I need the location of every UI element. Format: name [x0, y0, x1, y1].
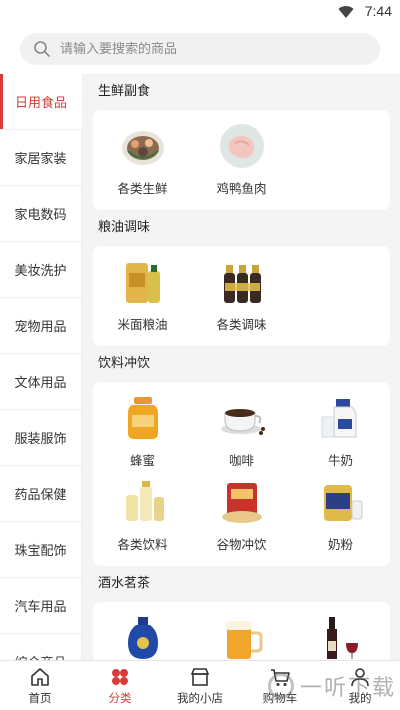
category-item-meat[interactable]: 鸡鸭鱼肉 [192, 120, 291, 204]
search-input[interactable] [60, 33, 370, 65]
category-item-milk[interactable]: 牛奶 [291, 392, 390, 476]
seafood-platter-icon [117, 120, 169, 172]
category-item-label: 米面粮油 [117, 317, 168, 332]
sidebar-item-jewelry[interactable]: 珠宝配饰 [0, 522, 82, 578]
beer-mug-icon [216, 612, 268, 660]
sidebar-item-label: 综合商品 [14, 652, 66, 660]
coffee-cup-icon [216, 392, 268, 444]
section-card-drinks: 蜂蜜 咖啡 牛奶 各类饮料 谷物冲饮 奶粉 [93, 382, 390, 566]
sidebar-item-auto[interactable]: 汽车用品 [0, 578, 82, 634]
category-item-label: 奶粉 [327, 537, 353, 552]
nav-label: 分类 [108, 691, 132, 705]
rice-oil-icon [117, 256, 169, 308]
category-item-baijiu[interactable]: 白酒 [93, 612, 192, 660]
sidebar-item-label: 家居家装 [14, 152, 67, 167]
chicken-breast-icon [216, 120, 268, 172]
sidebar-item-beauty[interactable]: 美妆洗护 [0, 242, 82, 298]
category-item-milk-powder[interactable]: 奶粉 [291, 476, 390, 560]
search-bar [0, 24, 400, 74]
category-item-wine[interactable]: 红酒 [291, 612, 390, 660]
sidebar-item-label: 美妆洗护 [14, 264, 67, 279]
category-item-beer[interactable]: 啤酒 [192, 612, 291, 660]
nav-label: 我的小店 [177, 691, 223, 705]
category-item-label: 蜂蜜 [129, 453, 155, 468]
search-box[interactable] [20, 33, 380, 65]
wifi-icon [338, 6, 354, 18]
sidebar-item-label: 家电数码 [14, 208, 67, 223]
category-item-label: 各类饮料 [117, 537, 168, 552]
section-title: 酒水茗茶 [98, 576, 151, 591]
watermark: 一听下载 [267, 668, 396, 704]
milk-powder-icon [315, 476, 367, 528]
sauce-bottles-icon [216, 256, 268, 308]
category-item-fresh[interactable]: 各类生鲜 [93, 120, 192, 204]
milk-icon [315, 392, 367, 444]
sidebar-item-label: 汽车用品 [14, 600, 67, 615]
category-item-beverages[interactable]: 各类饮料 [93, 476, 192, 560]
drinks-icon [117, 476, 169, 528]
sidebar-item-electronics[interactable]: 家电数码 [0, 186, 82, 242]
section-title: 饮料冲饮 [98, 356, 151, 371]
wine-bottle-icon [315, 612, 367, 660]
search-icon [34, 41, 50, 57]
sidebar-item-label: 药品保健 [14, 488, 67, 503]
sidebar-item-apparel[interactable]: 服装服饰 [0, 410, 82, 466]
app-root: 7:44 日用食品 家居家装 家电数码 美妆洗护 宠物用品 文体用品 服装服饰 … [0, 0, 400, 710]
category-item-coffee[interactable]: 咖啡 [192, 392, 291, 476]
category-item-label: 牛奶 [327, 453, 353, 468]
status-bar: 7:44 [0, 0, 400, 24]
category-item-label: 鸡鸭鱼肉 [216, 181, 267, 196]
category-item-honey[interactable]: 蜂蜜 [93, 392, 192, 476]
sidebar-item-daily-food[interactable]: 日用食品 [0, 74, 82, 130]
sidebar-item-pets[interactable]: 宠物用品 [0, 298, 82, 354]
category-item-cereal[interactable]: 谷物冲饮 [192, 476, 291, 560]
sidebar-item-stationery[interactable]: 文体用品 [0, 354, 82, 410]
category-icon [112, 669, 128, 685]
watermark-text: 一听下载 [299, 676, 396, 701]
honey-jar-icon [117, 392, 169, 444]
nav-label: 首页 [28, 691, 52, 705]
section-card-grain-oil: 米面粮油 各类调味 [93, 246, 390, 346]
status-time: 7:44 [364, 3, 392, 19]
category-item-label: 咖啡 [228, 453, 254, 468]
category-item-label: 各类生鲜 [117, 181, 168, 196]
category-content: 生鲜副食 各类生鲜 鸡鸭鱼肉 粮油调味 米面粮油 各类调味 饮料冲饮 蜂蜜 咖啡… [82, 74, 400, 660]
section-title: 粮油调味 [98, 220, 151, 235]
category-item-label: 各类调味 [216, 317, 267, 332]
sidebar-item-label: 日用食品 [14, 96, 67, 111]
home-icon [31, 668, 49, 686]
sidebar-item-general[interactable]: 综合商品 [0, 634, 82, 660]
category-item-rice-oil[interactable]: 米面粮油 [93, 256, 192, 340]
sidebar-item-label: 珠宝配饰 [14, 544, 67, 559]
sidebar-item-label: 文体用品 [14, 376, 67, 391]
shop-icon [190, 668, 210, 686]
nav-my-shop[interactable]: 我的小店 [160, 661, 240, 710]
sidebar-item-label: 宠物用品 [14, 320, 67, 335]
baijiu-bottle-icon [117, 612, 169, 660]
sidebar-item-health[interactable]: 药品保健 [0, 466, 82, 522]
cereal-drink-icon [216, 476, 268, 528]
section-card-liquor-tea: 白酒 啤酒 红酒 [93, 602, 390, 660]
watermark-logo-icon [267, 673, 294, 699]
category-item-label: 谷物冲饮 [216, 537, 267, 552]
category-sidebar: 日用食品 家居家装 家电数码 美妆洗护 宠物用品 文体用品 服装服饰 药品保健 … [0, 74, 82, 660]
section-title: 生鲜副食 [98, 84, 151, 99]
section-card-fresh: 各类生鲜 鸡鸭鱼肉 [93, 110, 390, 210]
nav-home[interactable]: 首页 [0, 661, 80, 710]
category-item-seasoning[interactable]: 各类调味 [192, 256, 291, 340]
sidebar-item-label: 服装服饰 [14, 432, 67, 447]
nav-category[interactable]: 分类 [80, 661, 160, 710]
sidebar-item-home-furnishing[interactable]: 家居家装 [0, 130, 82, 186]
